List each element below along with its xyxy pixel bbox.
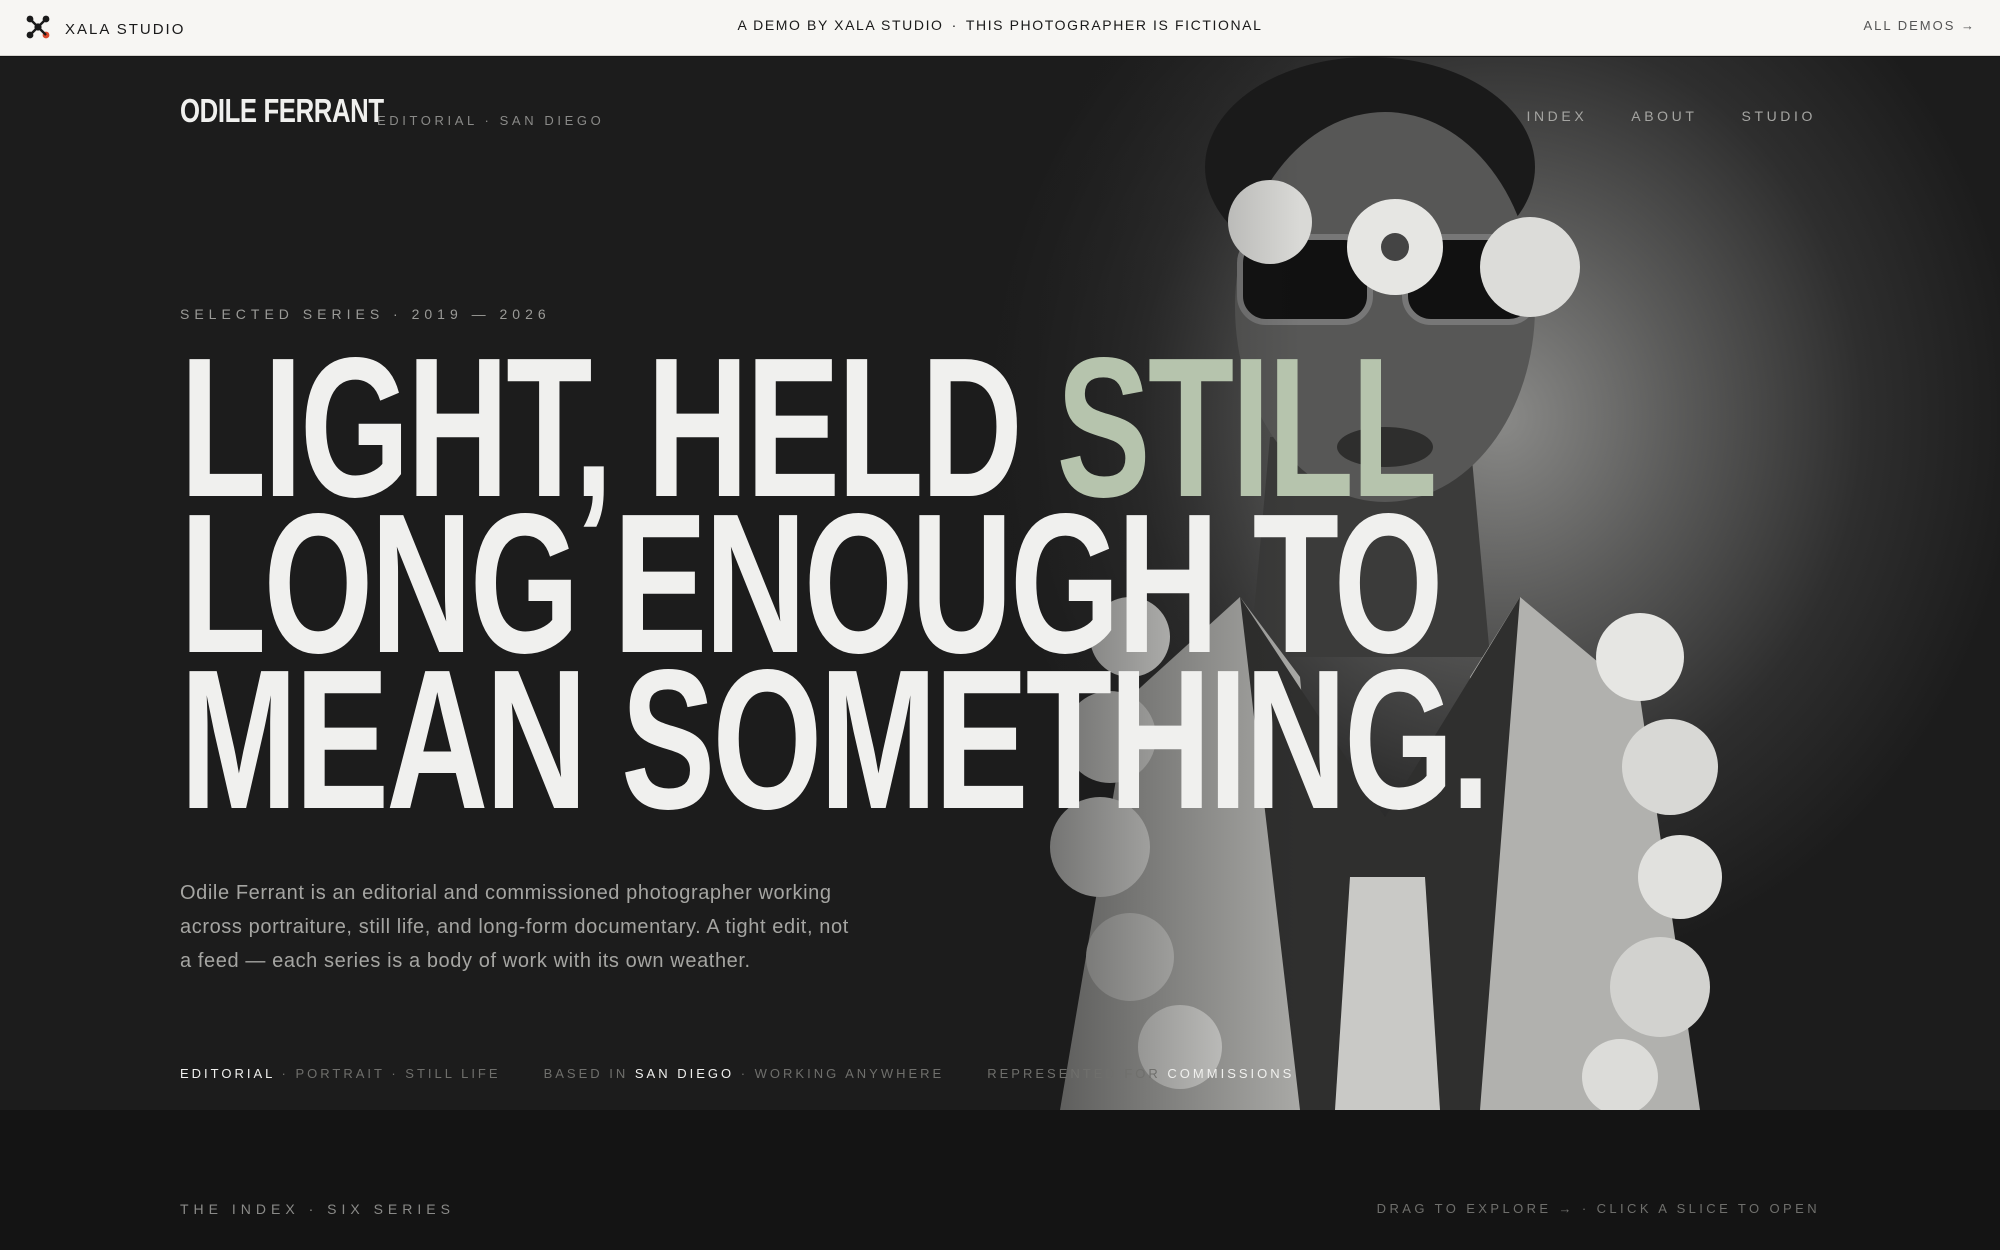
- demo-notice-right: THIS PHOTOGRAPHER IS FICTIONAL: [965, 17, 1263, 33]
- meta-location: BASED IN SAN DIEGO · WORKING ANYWHERE: [544, 1066, 945, 1081]
- hero-intro: Odile Ferrant is an editorial and commis…: [180, 882, 849, 972]
- meta-location-highlight: SAN DIEGO: [634, 1066, 735, 1081]
- headline-line-3: MEAN SOMETHING.: [180, 629, 1490, 851]
- nav-about[interactable]: ABOUT: [1631, 108, 1697, 124]
- index-section-label: THE INDEX · SIX SERIES: [180, 1201, 455, 1217]
- demo-notice: A DEMO BY XALA STUDIO · THIS PHOTOGRAPHER …: [0, 17, 2000, 33]
- meta-disciplines-highlight: EDITORIAL: [180, 1066, 275, 1081]
- meta-representation-pre: REPRESENTED FOR: [987, 1066, 1168, 1081]
- site-tagline: EDITORIAL · SAN DIEGO: [377, 113, 605, 128]
- notice-separator: ·: [951, 17, 958, 33]
- meta-representation: REPRESENTED FOR COMMISSIONS: [987, 1066, 1294, 1081]
- demo-bar: XALA STUDIO A DEMO BY XALA STUDIO · THIS P…: [0, 0, 2000, 56]
- all-demos-link[interactable]: ALL DEMOS →: [1863, 18, 1976, 33]
- main-nav: INDEX ABOUT STUDIO: [1526, 108, 1816, 124]
- nav-index[interactable]: INDEX: [1526, 108, 1587, 124]
- hero-meta: EDITORIAL · PORTRAIT · STILL LIFE BASED …: [180, 1066, 1294, 1081]
- index-drag-hint: DRAG TO EXPLORE → · CLICK A SLICE TO OPE…: [1376, 1201, 1820, 1216]
- meta-disciplines-rest: · PORTRAIT · STILL LIFE: [274, 1066, 501, 1081]
- site-logo[interactable]: ODILE FERRANT: [180, 92, 384, 130]
- nav-studio[interactable]: STUDIO: [1742, 108, 1817, 124]
- meta-location-pre: BASED IN: [543, 1066, 635, 1081]
- demo-notice-left: A DEMO BY XALA STUDIO: [737, 17, 944, 33]
- meta-disciplines: EDITORIAL · PORTRAIT · STILL LIFE: [180, 1066, 501, 1081]
- meta-representation-highlight: COMMISSIONS: [1167, 1066, 1295, 1081]
- meta-location-post: · WORKING ANYWHERE: [734, 1066, 945, 1081]
- hero-headline: LIGHT, HELD STILL LONG ENOUGH TO MEAN SO…: [180, 329, 1490, 851]
